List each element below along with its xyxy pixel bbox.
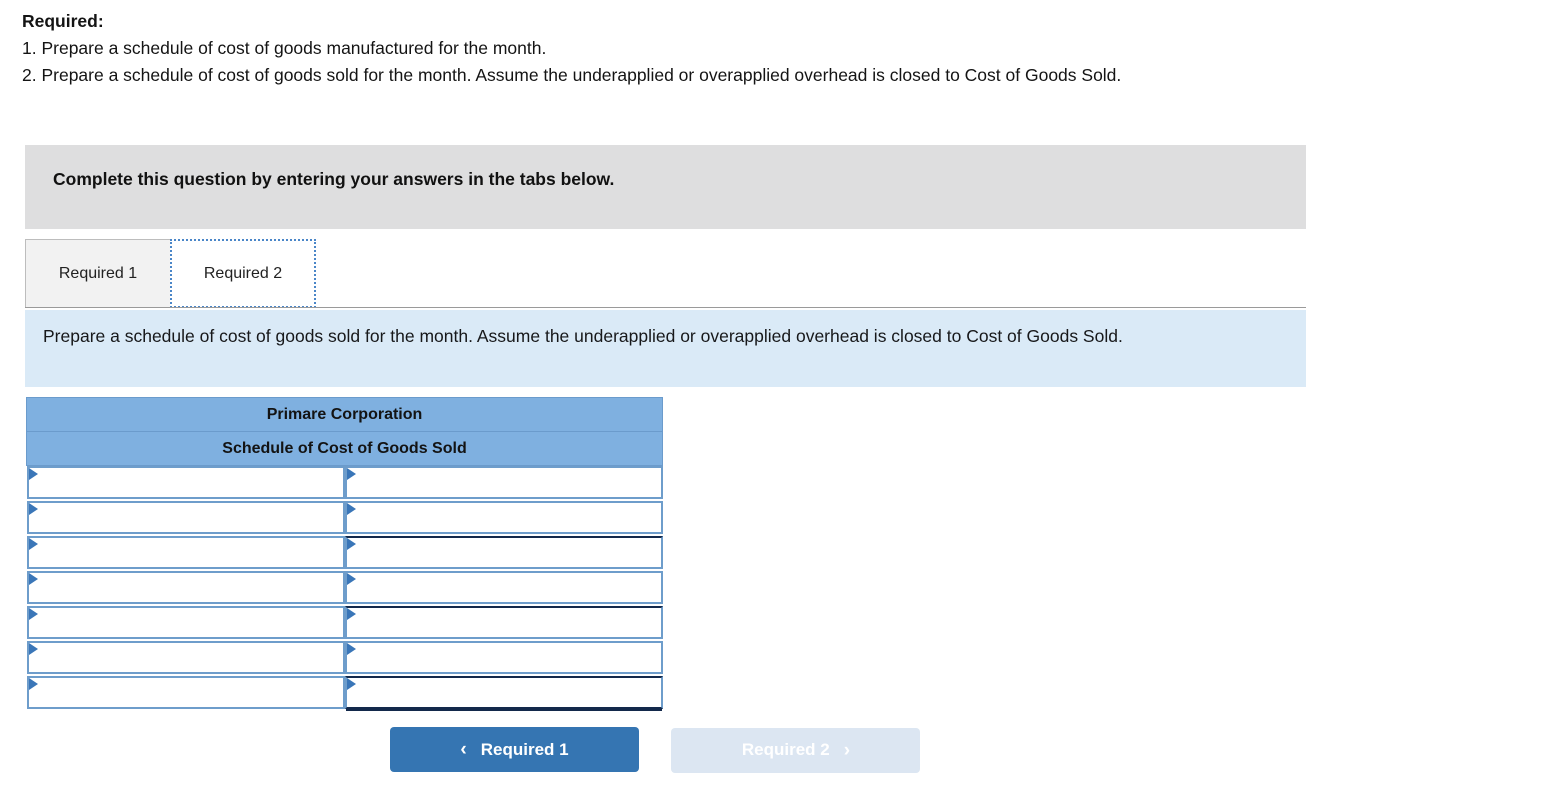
row-2-amount-box[interactable] — [344, 500, 663, 534]
dropdown-caret-icon — [28, 468, 38, 480]
row-1-label-cell — [26, 466, 345, 501]
table-row — [26, 605, 663, 641]
row-7-label-cell — [26, 675, 345, 711]
row-6-label-cell — [26, 640, 345, 676]
row-3-amount-input[interactable] — [357, 537, 659, 567]
row-6-amount-box[interactable] — [344, 640, 663, 674]
table-subtitle-row: Schedule of Cost of Goods Sold — [26, 431, 663, 466]
chevron-right-icon: › — [843, 739, 851, 761]
row-1-label-box[interactable] — [26, 466, 345, 499]
row-6-label-box[interactable] — [26, 640, 345, 674]
table-row — [26, 640, 663, 676]
tab-required-2[interactable]: Required 2 — [170, 239, 316, 308]
required-2-nav-label: Required 2 — [741, 740, 830, 759]
row-2-label-input[interactable] — [39, 502, 341, 532]
required-item-1: 1. Prepare a schedule of cost of goods m… — [22, 38, 547, 58]
required-item-2: 2. Prepare a schedule of cost of goods s… — [22, 65, 1122, 85]
row-2-amount-cell — [344, 500, 663, 536]
row-7-amount-box[interactable] — [344, 675, 663, 709]
dropdown-caret-icon — [28, 537, 38, 550]
dropdown-caret-icon — [28, 572, 38, 585]
tab-underline — [25, 307, 1306, 308]
dropdown-caret-icon — [346, 642, 356, 655]
row-5-amount-cell — [344, 605, 663, 641]
row-5-label-cell — [26, 605, 345, 641]
row-5-label-input[interactable] — [39, 607, 341, 637]
row-4-label-cell — [26, 570, 345, 606]
table-row — [26, 466, 663, 501]
table-title-row: Primare Corporation — [26, 397, 663, 432]
table-row — [26, 675, 663, 711]
dropdown-caret-icon — [346, 502, 356, 515]
row-4-amount-input[interactable] — [357, 572, 659, 602]
tab-required-1-label: Required 1 — [58, 264, 138, 282]
table-schedule-title: Schedule of Cost of Goods Sold — [26, 431, 663, 466]
row-4-label-input[interactable] — [39, 572, 341, 602]
dropdown-caret-icon — [346, 537, 356, 550]
tab-required-1[interactable]: Required 1 — [25, 239, 171, 308]
row-4-amount-cell — [344, 570, 663, 606]
row-2-label-cell — [26, 500, 345, 536]
row-3-label-input[interactable] — [39, 537, 341, 567]
row-1-label-input[interactable] — [39, 468, 341, 497]
row-3-label-box[interactable] — [26, 535, 345, 569]
row-7-amount-cell — [344, 675, 663, 711]
navigation-bar: ‹ Required 1 Required 2 › — [390, 727, 921, 773]
row-5-amount-box[interactable] — [344, 605, 663, 639]
row-3-amount-cell — [344, 535, 663, 571]
required-intro: Required: 1. Prepare a schedule of cost … — [22, 8, 1442, 89]
row-6-amount-cell — [344, 640, 663, 676]
row-2-amount-input[interactable] — [357, 502, 659, 532]
required-1-nav-label: Required 1 — [480, 739, 569, 759]
table-row — [26, 570, 663, 606]
tab-required-2-label: Required 2 — [203, 264, 283, 282]
row-5-label-box[interactable] — [26, 605, 345, 639]
schedule-of-cost-of-goods-sold-table: Primare Corporation Schedule of Cost of … — [26, 397, 663, 711]
row-2-label-box[interactable] — [26, 500, 345, 534]
instruction-panel: Prepare a schedule of cost of goods sold… — [25, 310, 1306, 387]
dropdown-caret-icon — [346, 607, 356, 620]
dropdown-caret-icon — [28, 642, 38, 655]
row-4-amount-box[interactable] — [344, 570, 663, 604]
dropdown-caret-icon — [28, 502, 38, 515]
row-7-label-box[interactable] — [26, 675, 345, 709]
required-2-nav-button[interactable]: Required 2 › — [671, 727, 921, 773]
row-5-amount-input[interactable] — [357, 607, 659, 637]
instruction-text: Prepare a schedule of cost of goods sold… — [43, 326, 1123, 346]
table-row — [26, 500, 663, 536]
dropdown-caret-icon — [346, 572, 356, 585]
complete-question-banner: Complete this question by entering your … — [25, 145, 1306, 229]
table-row — [26, 535, 663, 571]
row-6-amount-input[interactable] — [357, 642, 659, 672]
dropdown-caret-icon — [346, 677, 356, 690]
row-4-label-box[interactable] — [26, 570, 345, 604]
row-3-amount-box[interactable] — [344, 535, 663, 569]
dropdown-caret-icon — [346, 468, 356, 480]
row-7-label-input[interactable] — [39, 677, 341, 707]
required-1-nav-button[interactable]: ‹ Required 1 — [390, 727, 639, 772]
complete-question-text: Complete this question by entering your … — [53, 169, 615, 189]
tab-strip: Required 1 Required 2 — [25, 239, 1306, 309]
row-6-label-input[interactable] — [39, 642, 341, 672]
dropdown-caret-icon — [28, 677, 38, 690]
chevron-left-icon: ‹ — [460, 739, 467, 760]
row-1-amount-cell — [344, 466, 663, 501]
dropdown-caret-icon — [28, 607, 38, 620]
row-1-amount-input[interactable] — [357, 468, 659, 497]
row-1-amount-box[interactable] — [344, 466, 663, 499]
row-3-label-cell — [26, 535, 345, 571]
row-7-amount-input[interactable] — [357, 677, 659, 707]
table-company-title: Primare Corporation — [26, 397, 663, 432]
required-heading: Required: — [22, 11, 104, 31]
